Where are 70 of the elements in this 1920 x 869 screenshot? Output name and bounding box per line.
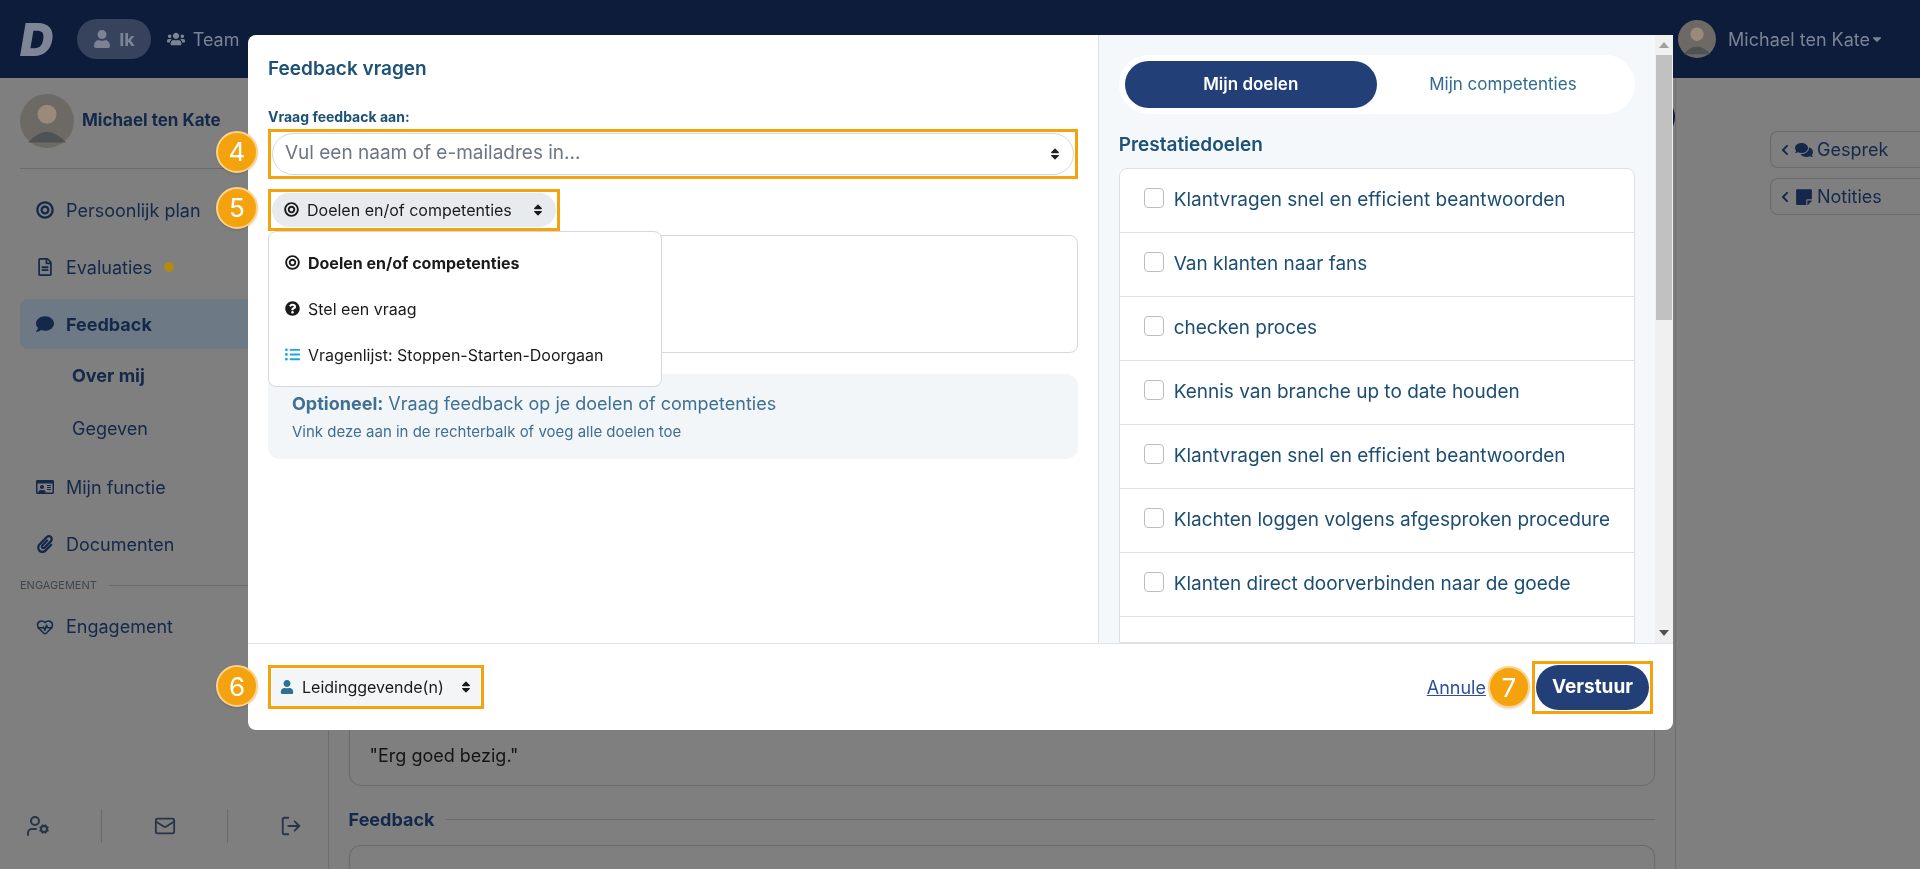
goal-label: Klantvragen snel en efficient beantwoorden (1173, 186, 1566, 213)
goal-label: Klachten loggen volgens afgesproken procedure (1173, 506, 1610, 533)
panel-toggle-button[interactable]: Notities (1770, 178, 1920, 215)
users-icon (166, 30, 185, 48)
sort-icon (531, 202, 544, 217)
step-badge: 7 (1487, 666, 1530, 708)
logout-icon[interactable] (279, 815, 302, 837)
bullseye-icon (36, 201, 54, 219)
document-icon (36, 258, 54, 276)
scroll-down-arrow-icon[interactable] (1659, 630, 1669, 636)
step-badge: 5 (216, 186, 258, 229)
avatar (1678, 20, 1717, 58)
section-label: ENGAGEMENT (20, 577, 97, 594)
checkbox[interactable] (1143, 507, 1164, 528)
nav-tab[interactable]: Ik (77, 19, 151, 59)
goal-label: Kennis van branche up to date houden (1173, 378, 1520, 405)
goal-label: Van klanten naar fans (1173, 250, 1368, 277)
user-icon (280, 680, 294, 694)
step-badge: 6 (216, 665, 258, 707)
checkbox[interactable] (1143, 187, 1164, 208)
goal-label: Klantvragen snel en efficient beantwoorden (1173, 442, 1566, 469)
sticky-note-icon (1795, 187, 1813, 206)
scroll-up-arrow-icon[interactable] (1659, 42, 1669, 48)
checkbox[interactable] (1143, 251, 1164, 272)
bullseye-icon (285, 255, 300, 270)
tab[interactable]: Mijn competenties (1376, 61, 1629, 108)
quote-text: "Erg goed bezig." (369, 744, 519, 768)
section-heading: Prestatiedoelen (1118, 132, 1264, 158)
user-icon (93, 30, 112, 48)
checkbox[interactable] (1143, 315, 1164, 336)
chat-bubbles-icon (1795, 140, 1813, 159)
scroll-thumb[interactable] (1656, 55, 1672, 320)
checkbox[interactable] (1143, 379, 1164, 400)
sidebar-item[interactable]: Engagement (20, 601, 308, 652)
info-title: Optioneel: Vraag feedback op je doelen of competenties (292, 391, 778, 416)
bullseye-icon (284, 202, 299, 217)
sort-icon (459, 680, 472, 694)
section-heading: Feedback (348, 808, 435, 832)
audience-select[interactable]: Leidinggevende(n) (272, 669, 480, 705)
goal-label: Klanten direct doorverbinden naar de goede (1173, 570, 1571, 597)
question-icon (285, 301, 300, 316)
tab[interactable]: Mijn doelen (1124, 61, 1377, 108)
info-text: Vink deze aan in de rechterbalk of voeg alle doelen toe (292, 420, 683, 443)
sidebar-item[interactable]: Documenten (20, 519, 308, 569)
nav-tab[interactable]: Team (150, 19, 256, 59)
id-card-icon (36, 478, 54, 496)
user-settings-icon[interactable] (25, 814, 50, 838)
checkbox[interactable] (1143, 571, 1164, 592)
goal-label: checken proces (1173, 314, 1318, 341)
chevron-left-icon (1779, 143, 1791, 156)
heart-pulse-icon (36, 617, 54, 636)
paperclip-icon (36, 535, 54, 553)
list-icon (285, 347, 300, 362)
user-name: Michael ten Kate (82, 109, 221, 133)
logo[interactable]: D (20, 4, 54, 74)
speech-bubble-icon (36, 315, 54, 333)
checkbox[interactable] (1143, 443, 1164, 464)
modal-title: Feedback vragen (268, 56, 428, 82)
step-badge: 4 (216, 130, 258, 173)
avatar (20, 94, 74, 148)
send-button[interactable]: Verstuur (1535, 664, 1649, 710)
mail-icon[interactable] (153, 815, 176, 837)
panel-toggle-button[interactable]: Gesprek (1770, 131, 1920, 168)
field-label: Vraag feedback aan: (268, 106, 411, 127)
chevron-left-icon (1779, 190, 1791, 203)
cancel-link[interactable]: Annule (1426, 673, 1486, 701)
type-select[interactable]: Doelen en/of competenties (272, 192, 556, 227)
sort-icon (1048, 146, 1061, 161)
sidebar-item[interactable]: Mijn functie (20, 462, 308, 512)
user-menu[interactable]: Michael ten Kate (1728, 25, 1884, 53)
